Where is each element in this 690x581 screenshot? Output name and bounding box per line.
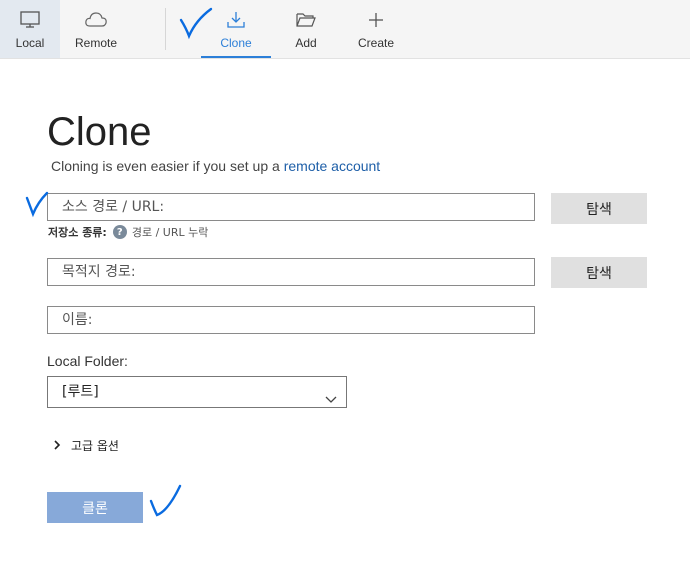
repo-type-value: 경로 / URL 누락	[131, 226, 209, 239]
tab-clone-label: Clone	[220, 36, 252, 50]
cloud-icon	[84, 9, 108, 31]
download-icon	[226, 9, 246, 31]
repo-type-info: 저장소 종류: ? 경로 / URL 누락	[48, 224, 208, 240]
tab-clone[interactable]: Clone	[201, 0, 271, 58]
source-browse-button[interactable]: 탐색	[551, 193, 647, 224]
destination-browse-button[interactable]: 탐색	[551, 257, 647, 288]
chevron-down-icon	[324, 386, 338, 416]
advanced-options-toggle[interactable]: 고급 옵션	[53, 437, 119, 454]
source-url-input[interactable]: 소스 경로 / URL:	[47, 193, 535, 221]
name-input[interactable]: 이름:	[47, 306, 535, 334]
toolbar: Local Remote Clone Add Create	[0, 0, 690, 59]
local-folder-label: Local Folder:	[47, 353, 128, 369]
clone-button[interactable]: 클론	[47, 492, 143, 523]
help-icon[interactable]: ?	[112, 225, 127, 239]
toolbar-divider	[165, 8, 166, 50]
tab-local-label: Local	[15, 36, 45, 50]
monitor-icon	[19, 9, 41, 31]
subtitle-text: Cloning is even easier if you set up a	[51, 158, 284, 174]
repo-type-label: 저장소 종류:	[48, 226, 107, 239]
tab-local[interactable]: Local	[0, 0, 60, 58]
page-title: Clone	[47, 110, 152, 154]
active-tab-indicator	[201, 56, 271, 58]
destination-path-input[interactable]: 목적지 경로:	[47, 258, 535, 286]
local-folder-select[interactable]: [루트]	[47, 376, 347, 408]
local-folder-value: [루트]	[62, 384, 99, 400]
tab-create-label: Create	[357, 36, 395, 50]
checkmark-annotation-icon	[149, 484, 182, 517]
remote-account-link[interactable]: remote account	[284, 158, 381, 174]
advanced-options-label: 고급 옵션	[71, 439, 119, 453]
page-subtitle: Cloning is even easier if you set up a r…	[51, 158, 380, 174]
folder-open-icon	[295, 9, 317, 31]
chevron-right-icon	[53, 439, 61, 453]
tab-add-label: Add	[295, 36, 317, 50]
tab-remote-label: Remote	[74, 36, 118, 50]
tab-remote[interactable]: Remote	[60, 0, 132, 58]
tab-create[interactable]: Create	[341, 0, 411, 58]
tab-add[interactable]: Add	[271, 0, 341, 58]
plus-icon	[367, 9, 385, 31]
